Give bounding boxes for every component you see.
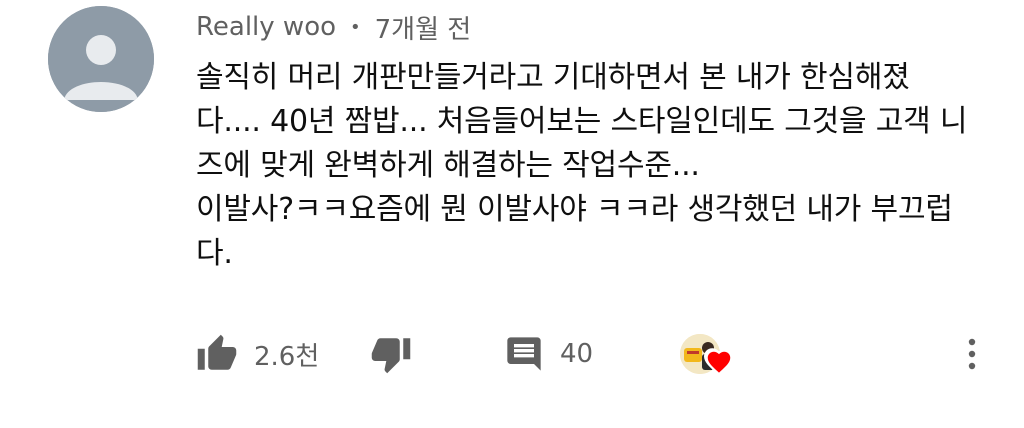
- dislike-button[interactable]: [370, 326, 412, 382]
- reply-button[interactable]: 40: [504, 326, 593, 382]
- thumb-up-icon: [196, 333, 238, 375]
- comment-line: 다.... 40년 짬밥... 처음들어보는 스타일인데도 그것을 고객 니: [196, 104, 968, 139]
- comment-icon: [504, 334, 544, 374]
- comment-action-bar: 2.6천 40: [0, 326, 1024, 382]
- comment-line: 즈에 맞게 완벽하게 해결하는 작업수준...: [196, 148, 700, 183]
- author-avatar[interactable]: [48, 6, 154, 112]
- comment-line: 다.: [196, 236, 233, 271]
- thumb-down-icon: [370, 333, 412, 375]
- more-options-button[interactable]: [960, 326, 984, 382]
- like-count: 2.6천: [254, 341, 320, 372]
- comment-line: 이발사?ㅋㅋ요즘에 뭔 이발사야 ㅋㅋ라 생각했던 내가 부끄럽: [196, 192, 953, 227]
- creator-heart-badge: [680, 326, 734, 382]
- comment-timestamp[interactable]: 7개월 전: [375, 9, 472, 46]
- like-button[interactable]: 2.6천: [196, 326, 319, 382]
- comment-header: Really woo • 7개월 전: [196, 9, 472, 46]
- author-name[interactable]: Really woo: [196, 12, 336, 42]
- reply-count: 40: [560, 339, 594, 369]
- meta-separator: •: [350, 16, 361, 38]
- more-vert-icon: [960, 333, 984, 375]
- default-avatar-icon: [48, 6, 154, 112]
- comment-text: 솔직히 머리 개판만들거라고 기대하면서 본 내가 한심해졌 다.... 40년…: [196, 56, 986, 276]
- comment-line: 솔직히 머리 개판만들거라고 기대하면서 본 내가 한심해졌: [196, 60, 910, 95]
- comment-thread: Really woo • 7개월 전 솔직히 머리 개판만들거라고 기대하면서 …: [0, 0, 1024, 428]
- creator-heart-icon: [704, 348, 734, 380]
